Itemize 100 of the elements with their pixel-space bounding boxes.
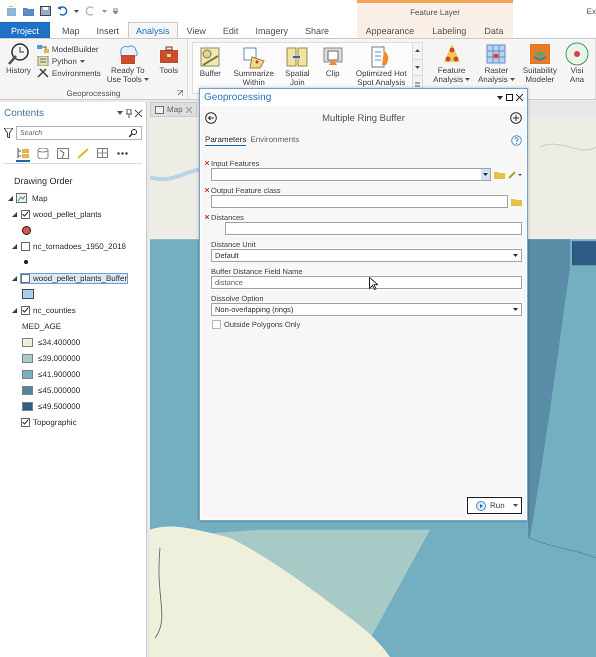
- layer-checkbox[interactable]: [21, 418, 30, 426]
- legend-label: ≤45.000000: [38, 386, 80, 394]
- layer-row[interactable]: wood_pellet_plants_Buffer: [20, 272, 128, 284]
- ribbon-small-button[interactable]: Python: [36, 56, 101, 66]
- dialog-tab[interactable]: Environments: [250, 134, 300, 146]
- more-button[interactable]: [116, 152, 129, 158]
- pin-icon[interactable]: [126, 108, 132, 118]
- map-tab[interactable]: Map: [150, 102, 197, 117]
- expand-arrow-icon[interactable]: [12, 276, 17, 280]
- legend-label: ≤34.400000: [38, 338, 80, 346]
- visibility-icon: [565, 42, 589, 66]
- undo-icon[interactable]: [57, 6, 68, 16]
- ribbon-tab[interactable]: View: [178, 22, 214, 38]
- close-icon[interactable]: [135, 110, 142, 116]
- legend-field: MED_AGE: [22, 322, 62, 330]
- section-heading: Drawing Order: [14, 176, 74, 186]
- add-icon[interactable]: [510, 112, 522, 124]
- distances-field[interactable]: [225, 222, 522, 235]
- expand-arrow-icon[interactable]: [12, 212, 17, 216]
- caret-icon: [102, 10, 107, 12]
- layer-row[interactable]: nc_counties: [20, 304, 77, 316]
- caret-icon: [74, 10, 79, 12]
- ribbon-tab[interactable]: Data: [476, 22, 512, 38]
- polygon-select-icon: [57, 148, 69, 158]
- gallery-down-button[interactable]: [413, 60, 422, 76]
- expand-arrow-icon[interactable]: [8, 196, 13, 200]
- expand-arrow-icon[interactable]: [12, 244, 17, 248]
- layer-checkbox[interactable]: [21, 306, 30, 314]
- close-icon[interactable]: [516, 94, 523, 101]
- contextual-tab-header: Ex: [586, 6, 596, 16]
- ribbon-tab[interactable]: Labeling: [424, 22, 474, 38]
- drawing-order-button[interactable]: [16, 148, 30, 162]
- filter-icon[interactable]: [4, 128, 13, 138]
- folder-icon[interactable]: [23, 6, 34, 16]
- dialog-tab[interactable]: Parameters: [205, 134, 246, 146]
- ribbon-tool-button[interactable]: Visi Ana: [563, 42, 591, 99]
- play-icon: [476, 500, 486, 510]
- ribbon-tool-button[interactable]: History: [4, 42, 33, 87]
- ribbon-tool-button[interactable]: Spatial Join: [283, 45, 312, 93]
- pane-title: Contents: [4, 108, 44, 118]
- dropdown-button[interactable]: [481, 169, 490, 180]
- layer-checkbox[interactable]: [21, 242, 30, 250]
- layers-list-icon: [17, 148, 29, 158]
- layer-row[interactable]: nc_tornadoes_1950_2018: [20, 240, 127, 252]
- back-icon[interactable]: [205, 112, 217, 124]
- legend-label: ≤49.500000: [38, 402, 80, 410]
- ribbon-tab[interactable]: Insert: [88, 22, 128, 38]
- caret-icon: [415, 49, 420, 52]
- summarize-icon: [242, 45, 266, 69]
- maximize-icon[interactable]: [506, 94, 513, 101]
- ribbon-tab[interactable]: Edit: [214, 22, 246, 38]
- map-icon: [155, 106, 164, 114]
- ribbon-tool-button[interactable]: Ready To Use Tools: [104, 42, 151, 87]
- caret-icon: [513, 504, 518, 507]
- layer-checkbox[interactable]: [21, 274, 30, 282]
- layer-checkbox[interactable]: [21, 210, 30, 218]
- python-icon: [36, 56, 49, 66]
- layer-row[interactable]: Topographic: [20, 416, 78, 428]
- checkbox[interactable]: [212, 320, 221, 329]
- contextual-tab-header: Feature Layer: [409, 7, 461, 19]
- spatial-join-icon: [285, 45, 310, 69]
- caret-icon: [415, 66, 420, 69]
- history-icon: [6, 42, 30, 66]
- project-tab[interactable]: Project: [0, 22, 50, 38]
- point-symbol-icon: [24, 260, 28, 264]
- raster-analysis-icon: [484, 42, 508, 66]
- ribbon-tab[interactable]: Appearance: [358, 22, 422, 38]
- map-name[interactable]: Map: [30, 192, 50, 204]
- ribbon-small-button[interactable]: Environments: [36, 68, 101, 78]
- buffer-icon: [198, 45, 222, 69]
- pencil-icon: [77, 148, 89, 158]
- group-label: Geoprocessing: [66, 88, 120, 98]
- search-icon[interactable]: [129, 129, 137, 137]
- expand-arrow-icon[interactable]: [12, 308, 17, 312]
- layer-row[interactable]: wood_pellet_plants: [20, 208, 102, 220]
- dialog-launcher-icon[interactable]: [176, 90, 183, 96]
- save-icon[interactable]: [40, 6, 51, 16]
- ribbon-tab[interactable]: Imagery: [247, 22, 296, 38]
- gallery-up-button[interactable]: [413, 43, 422, 60]
- menu-icon[interactable]: [117, 111, 123, 115]
- ribbon-tab[interactable]: Share: [296, 22, 337, 38]
- input-features-field[interactable]: [211, 168, 491, 181]
- ribbon-tab[interactable]: Map: [54, 22, 88, 38]
- point-symbol-icon: [22, 226, 31, 234]
- pencil-icon[interactable]: [508, 170, 522, 179]
- cursor-icon: [369, 277, 378, 290]
- run-button[interactable]: Run: [467, 497, 522, 514]
- model-builder-icon: [36, 44, 49, 54]
- ribbon-small-button[interactable]: ModelBuilder: [36, 44, 101, 54]
- grid-icon: [97, 148, 109, 158]
- ribbon-tab[interactable]: Analysis: [128, 22, 178, 38]
- source-button[interactable]: [36, 148, 50, 162]
- customize-icon[interactable]: [113, 8, 118, 14]
- caret-icon: [513, 254, 518, 257]
- ribbon-tool-button[interactable]: Summarize Within: [232, 45, 276, 93]
- help-icon[interactable]: [511, 134, 522, 146]
- more-icon: [117, 152, 128, 154]
- ribbon-tool-button[interactable]: Tools: [154, 42, 183, 87]
- output-field[interactable]: [211, 195, 508, 208]
- selection-button[interactable]: [56, 148, 70, 162]
